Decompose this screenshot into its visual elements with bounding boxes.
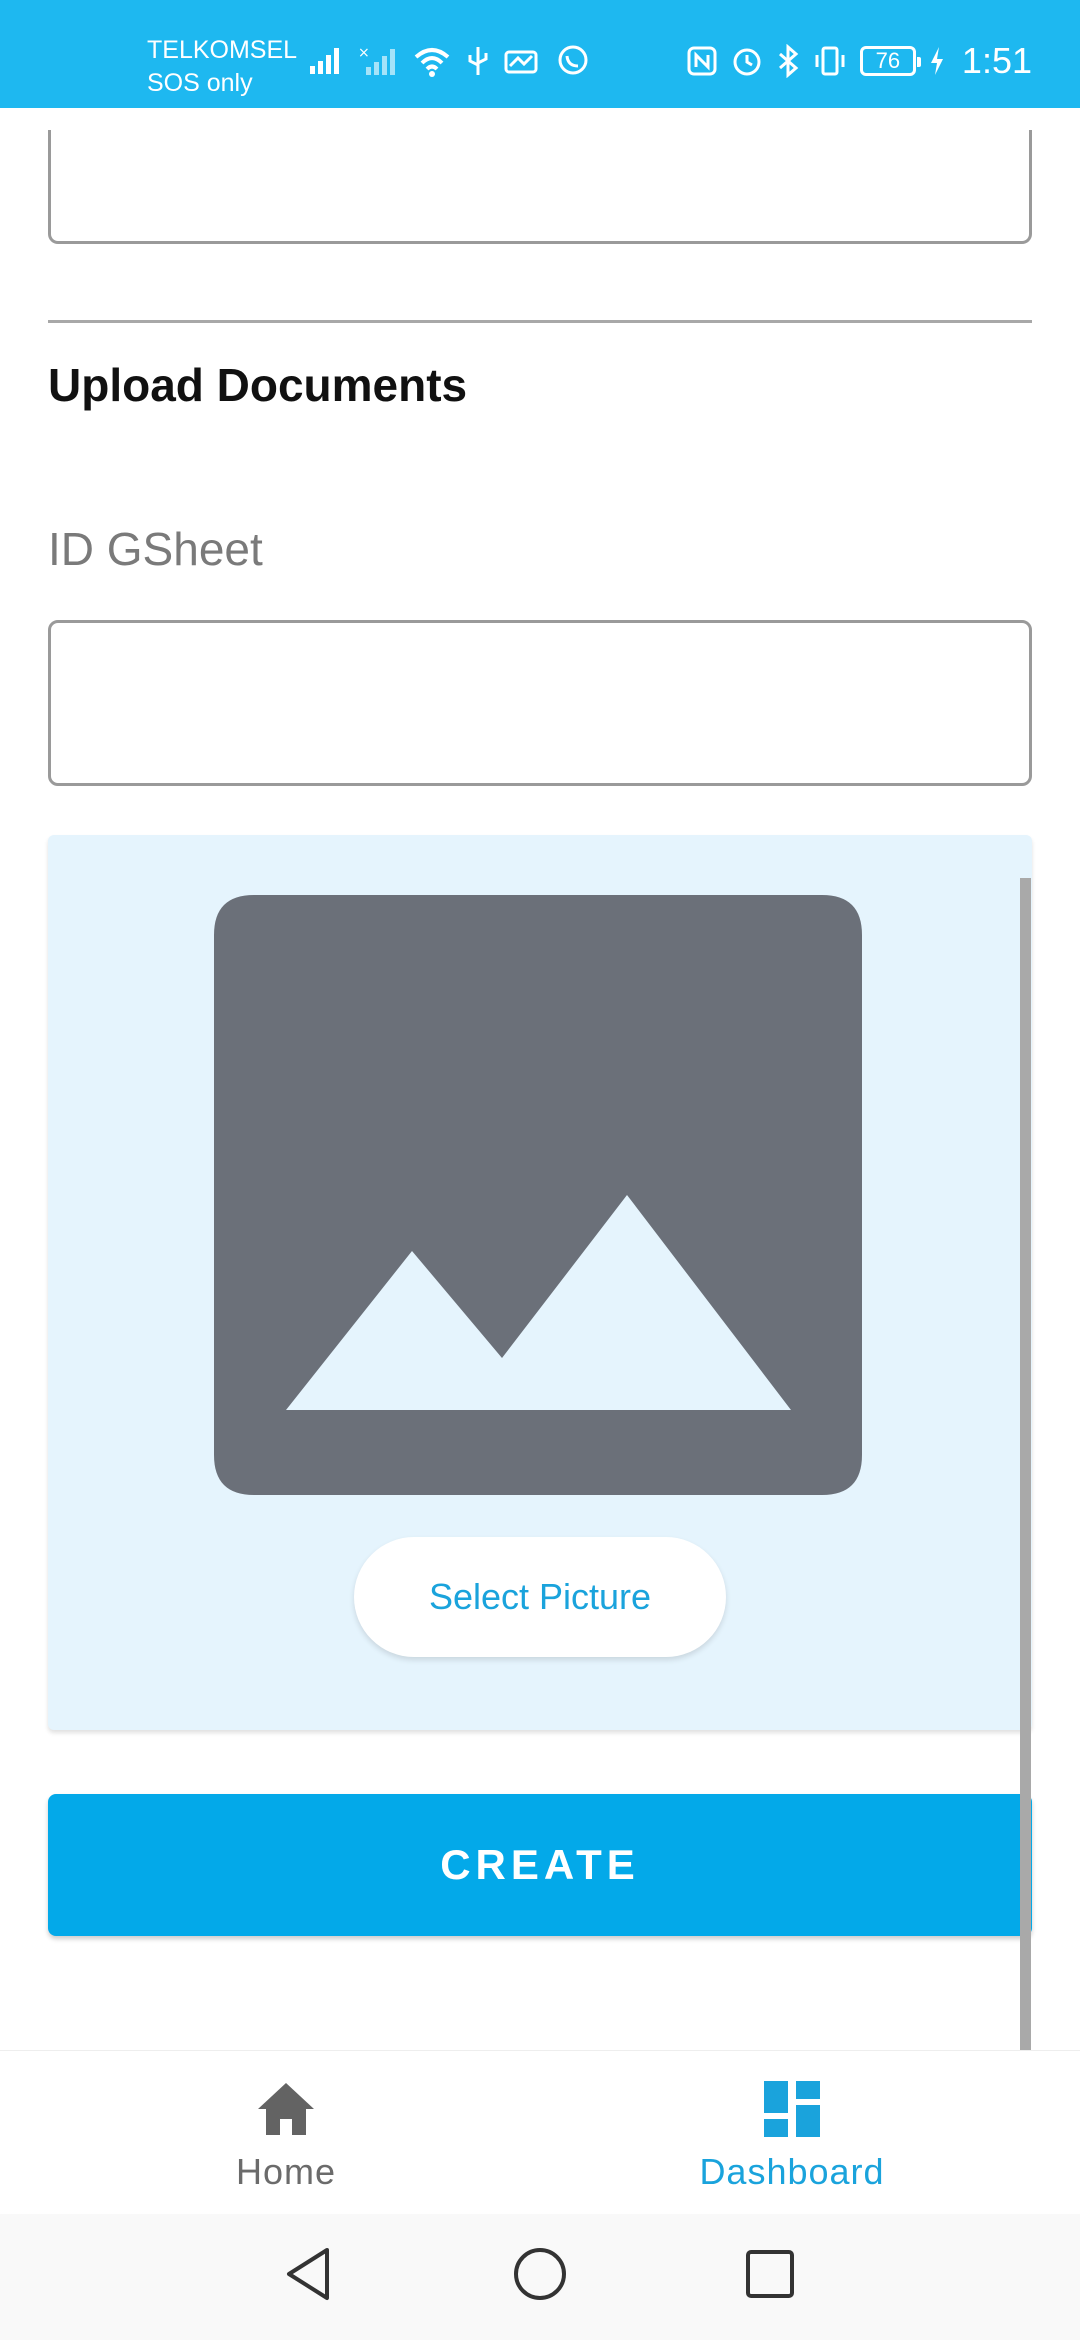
bottom-navigation: Home Dashboard bbox=[0, 2050, 1080, 2215]
no-signal-icon: × bbox=[358, 45, 395, 75]
picture-panel: Select Picture bbox=[48, 835, 1032, 1730]
nav-label-dashboard: Dashboard bbox=[699, 2151, 885, 2192]
charging-icon bbox=[930, 47, 943, 75]
whatsapp-icon bbox=[558, 45, 588, 75]
nav-item-home[interactable]: Home bbox=[16, 2051, 556, 2215]
status-icons-right: 76 1:51 bbox=[686, 40, 1032, 82]
vibrate-icon bbox=[815, 46, 845, 76]
nav-item-dashboard[interactable]: Dashboard bbox=[522, 2051, 1062, 2215]
carrier-info: TELKOMSEL SOS only bbox=[147, 34, 297, 100]
alarm-icon bbox=[733, 48, 761, 76]
id-gsheet-input[interactable] bbox=[48, 620, 1032, 786]
scrollbar[interactable] bbox=[1020, 878, 1031, 2050]
previous-input-field[interactable] bbox=[48, 130, 1032, 244]
bluetooth-icon bbox=[778, 44, 799, 78]
home-icon bbox=[258, 2083, 314, 2135]
section-title: Upload Documents bbox=[48, 359, 468, 411]
svg-text:×: × bbox=[358, 45, 370, 61]
select-picture-button[interactable]: Select Picture bbox=[354, 1537, 726, 1657]
status-icons-left: × bbox=[308, 44, 590, 78]
system-navigation-bar bbox=[0, 2214, 1080, 2340]
message-icon bbox=[504, 50, 538, 74]
wifi-icon bbox=[414, 48, 450, 77]
recents-icon[interactable] bbox=[744, 2244, 796, 2304]
create-button[interactable]: CREATE bbox=[48, 1794, 1032, 1936]
nav-label-home: Home bbox=[235, 2151, 337, 2192]
back-icon[interactable] bbox=[283, 2244, 333, 2304]
nfc-icon bbox=[687, 46, 717, 76]
status-bar: TELKOMSEL SOS only × 76 1:51 bbox=[0, 0, 1080, 108]
home-circle-icon[interactable] bbox=[512, 2244, 568, 2304]
carrier-status: SOS only bbox=[147, 69, 253, 97]
section-divider bbox=[48, 320, 1032, 323]
dashboard-icon bbox=[764, 2081, 820, 2137]
battery-level: 76 bbox=[875, 48, 901, 73]
battery-icon: 76 bbox=[859, 46, 921, 76]
carrier-name: TELKOMSEL bbox=[147, 36, 298, 64]
id-gsheet-label: ID GSheet bbox=[48, 523, 263, 575]
status-time: 1:51 bbox=[961, 40, 1032, 81]
signal-icon bbox=[310, 48, 339, 74]
image-placeholder-icon bbox=[214, 895, 862, 1495]
usb-icon bbox=[468, 47, 488, 75]
